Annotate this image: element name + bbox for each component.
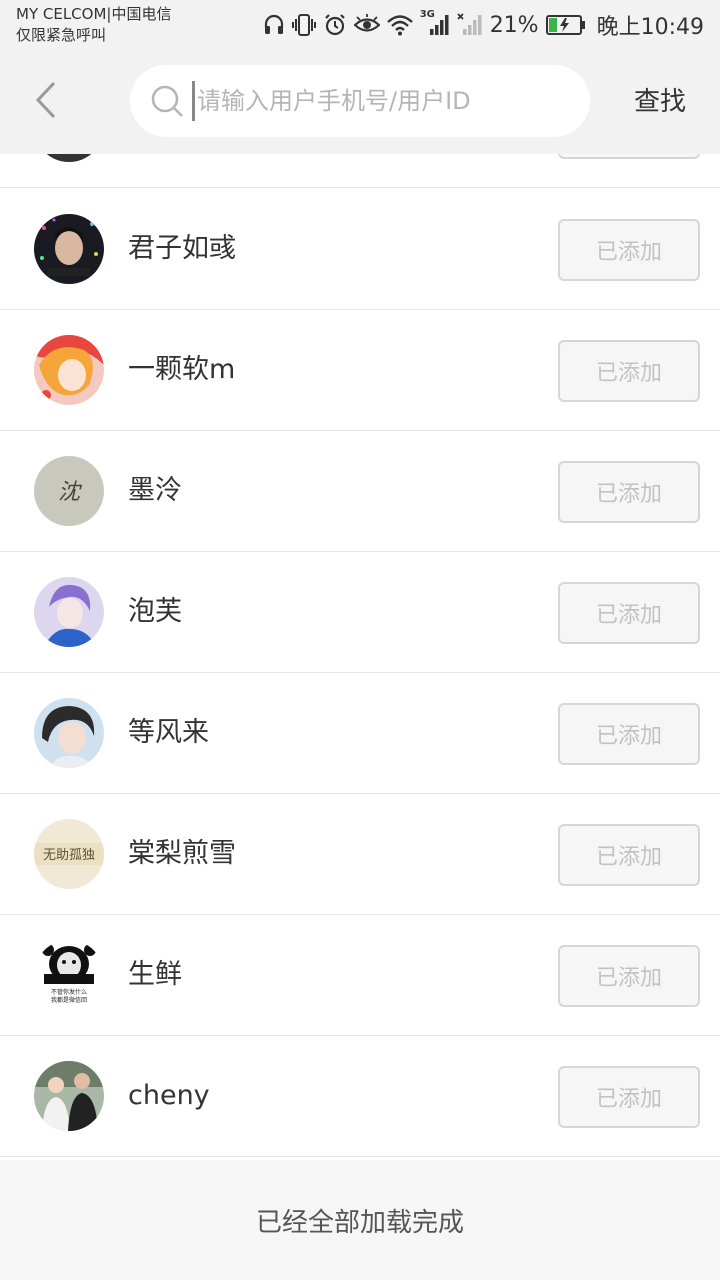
- list-item[interactable]: 沈 墨泠 已添加: [0, 431, 720, 552]
- added-button[interactable]: 已添加: [558, 1066, 700, 1128]
- user-name: cheny: [128, 1080, 210, 1111]
- carrier-info: MY CELCOM|中国电信 仅限紧急呼叫: [16, 4, 171, 46]
- find-button[interactable]: 查找: [634, 84, 686, 120]
- status-icons: 3G 21% 晚上10:49: [263, 9, 704, 40]
- status-bar: MY CELCOM|中国电信 仅限紧急呼叫 3G 21% 晚上10:49: [0, 0, 720, 50]
- list-item[interactable]: 泡芙 已添加: [0, 552, 720, 673]
- avatar: [34, 577, 104, 647]
- avatar: [34, 1061, 104, 1131]
- avatar: 无助孤独: [34, 819, 104, 889]
- added-button[interactable]: 已添加: [558, 219, 700, 281]
- avatar-text: 无助孤独: [43, 848, 95, 863]
- search-icon: [151, 85, 183, 117]
- headphones-icon: [263, 14, 285, 36]
- added-button[interactable]: 已添加: [558, 703, 700, 765]
- user-list: 君子如彧 已添加 一颗软m 已添加 沈 墨泠 已添加 泡芙 已添加 等风来 已添…: [0, 154, 720, 1160]
- user-name: 生鲜: [128, 959, 182, 990]
- avatar: [34, 698, 104, 768]
- user-name: 泡芙: [128, 596, 182, 627]
- vibrate-icon: [291, 13, 316, 37]
- list-item[interactable]: 一颗软m 已添加: [0, 310, 720, 431]
- added-button[interactable]: 已添加: [558, 824, 700, 886]
- list-item[interactable]: cheny 已添加: [0, 1036, 720, 1157]
- signal-no-service-icon: [457, 13, 483, 37]
- emergency-only-text: 仅限紧急呼叫: [16, 26, 107, 44]
- network-type-label: 3G: [419, 9, 435, 20]
- list-item[interactable]: 无助孤独 棠梨煎雪 已添加: [0, 794, 720, 915]
- list-item[interactable]: 不管你发什么 我都是微信回 生鲜 已添加: [0, 915, 720, 1036]
- user-name: 棠梨煎雪: [128, 838, 236, 869]
- search-input[interactable]: [192, 81, 572, 121]
- alarm-icon: [323, 13, 347, 37]
- list-item[interactable]: [0, 154, 720, 188]
- avatar: 沈: [34, 456, 104, 526]
- search-box[interactable]: [130, 65, 590, 137]
- battery-percent: 21%: [489, 12, 539, 38]
- list-item[interactable]: 君子如彧 已添加: [0, 189, 720, 310]
- load-complete-footer: 已经全部加载完成: [0, 1160, 720, 1280]
- avatar-text: 我都是微信回: [51, 996, 87, 1004]
- avatar: 不管你发什么 我都是微信回: [34, 940, 104, 1010]
- chevron-left-icon: [35, 81, 56, 119]
- clock: 晚上10:49: [596, 15, 704, 40]
- load-complete-text: 已经全部加载完成: [255, 1207, 464, 1238]
- avatar-text: 不管你发什么: [51, 988, 87, 996]
- signal-3g-icon: 3G: [420, 9, 450, 37]
- avatar-text: 沈: [58, 480, 83, 505]
- back-button[interactable]: [24, 76, 68, 124]
- user-name: 墨泠: [128, 475, 182, 506]
- added-button[interactable]: 已添加: [558, 340, 700, 402]
- list-item[interactable]: 等风来 已添加: [0, 673, 720, 794]
- user-name: 一颗软m: [128, 354, 236, 385]
- eye-icon: [353, 14, 380, 36]
- carrier-name: MY CELCOM|中国电信: [16, 5, 172, 23]
- user-name: 君子如彧: [128, 233, 236, 264]
- avatar: [34, 154, 104, 162]
- user-name: 等风来: [128, 717, 209, 748]
- wifi-icon: [386, 14, 413, 36]
- added-button[interactable]: 已添加: [558, 461, 700, 523]
- search-header: 查找: [0, 50, 720, 154]
- avatar: [34, 214, 104, 284]
- battery-charging-icon: [545, 14, 586, 36]
- added-button[interactable]: 已添加: [558, 582, 700, 644]
- avatar: [34, 335, 104, 405]
- added-button[interactable]: 已添加: [558, 945, 700, 1007]
- added-button[interactable]: [558, 154, 700, 159]
